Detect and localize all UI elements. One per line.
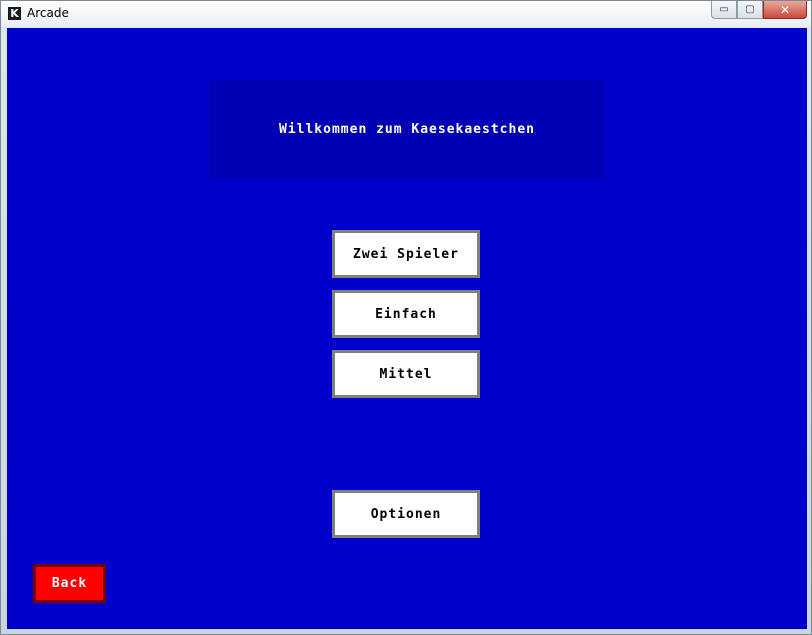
maximize-icon: ▢ (745, 4, 755, 15)
minimize-icon: ▭ (719, 4, 729, 15)
easy-button[interactable]: Einfach (332, 290, 480, 338)
title-bar[interactable]: K Arcade ▭ ▢ ✕ (1, 1, 811, 27)
close-icon: ✕ (779, 2, 791, 17)
minimize-button[interactable]: ▭ (711, 1, 737, 19)
welcome-title: Willkommen zum Kaesekaestchen (279, 121, 535, 137)
medium-button[interactable]: Mittel (332, 350, 480, 398)
welcome-panel: Willkommen zum Kaesekaestchen (209, 80, 605, 178)
app-icon: K (8, 7, 21, 20)
back-button[interactable]: Back (33, 564, 106, 603)
app-window: K Arcade ▭ ▢ ✕ Willkommen zum Kaesekaest… (0, 0, 812, 635)
two-players-button[interactable]: Zwei Spieler (332, 230, 480, 278)
game-canvas: Willkommen zum Kaesekaestchen Zwei Spiel… (7, 28, 807, 629)
options-button[interactable]: Optionen (332, 490, 480, 538)
close-button[interactable]: ✕ (763, 1, 807, 19)
window-title: Arcade (27, 6, 69, 20)
window-controls: ▭ ▢ ✕ (711, 1, 807, 20)
maximize-button[interactable]: ▢ (737, 1, 763, 19)
